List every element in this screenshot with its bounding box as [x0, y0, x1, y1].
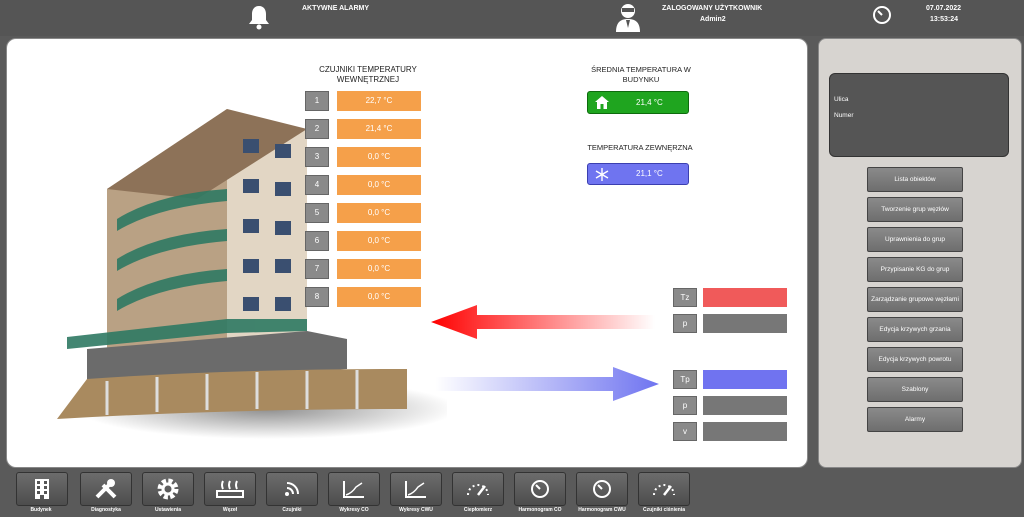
sensor-number[interactable]: 4: [305, 175, 329, 195]
building-view-panel: CZUJNIKI TEMPERATURY WEWNĘTRZNEJ 1 22,7 …: [6, 38, 808, 468]
nav-schedule-co-button[interactable]: [514, 472, 566, 506]
nav-charts-co-button[interactable]: [328, 472, 380, 506]
create-node-groups-button[interactable]: Tworzenie grup węzłów: [867, 197, 963, 222]
edit-heating-curves-button[interactable]: Edycja krzywych grzania: [867, 317, 963, 342]
return-flow-value: [703, 422, 787, 441]
alarms-button[interactable]: Alarmy: [867, 407, 963, 432]
object-list-button[interactable]: Lista obiektów: [867, 167, 963, 192]
return-pressure-value: [703, 396, 787, 415]
supply-temp-label: Tz: [673, 288, 697, 307]
sensor-value: 21,4 °C: [337, 119, 421, 139]
sensor-number[interactable]: 6: [305, 231, 329, 251]
assign-kg-button[interactable]: Przypisanie KG do grup: [867, 257, 963, 282]
nav-heat-meter-label: Ciepłomierz: [463, 507, 493, 513]
sensor-value: 0,0 °C: [337, 147, 421, 167]
sensor-value: 22,7 °C: [337, 91, 421, 111]
sensor-number[interactable]: 2: [305, 119, 329, 139]
nav-diagnostics-button[interactable]: [80, 472, 132, 506]
return-pressure-label: p: [673, 396, 697, 415]
return-temp-value: [703, 370, 787, 389]
nav-building-label: Budynek: [30, 507, 52, 513]
supply-temp-value: [703, 288, 787, 307]
logged-user-title: ZALOGOWANY UŻYTKOWNIK: [662, 5, 763, 12]
nav-charts-cwu-label: Wykresy CWU: [399, 507, 433, 513]
sensor-value: 0,0 °C: [337, 259, 421, 279]
average-temp-value: 21,4 °C: [636, 98, 663, 107]
supply-arrow-icon: [431, 305, 655, 339]
sensor-number[interactable]: 5: [305, 203, 329, 223]
gauge-icon: [653, 484, 675, 496]
sensor-value: 0,0 °C: [337, 287, 421, 307]
nav-pressure-sensors-label: Czujniki ciśnienia: [643, 507, 685, 513]
external-temp-value: 21,1 °C: [636, 169, 663, 178]
heater-icon: [216, 480, 244, 498]
chart-icon: [405, 481, 426, 498]
nav-settings-button[interactable]: [142, 472, 194, 506]
nav-schedule-cwu-label: Harmonogram CWU: [578, 507, 626, 513]
house-icon: [595, 96, 609, 109]
nav-sensors-button[interactable]: [266, 472, 318, 506]
bottom-nav: Budynek Diagnostyka Ustawienia Węzeł Czu…: [0, 470, 1024, 517]
nav-node-label: Węzeł: [222, 507, 238, 513]
gauge-icon: [467, 484, 489, 496]
templates-button[interactable]: Szablony: [867, 377, 963, 402]
clock-icon: [593, 480, 611, 498]
street-label: Ulica: [834, 96, 849, 103]
nav-charts-cwu-button[interactable]: [390, 472, 442, 506]
nav-pressure-sensors-button[interactable]: [638, 472, 690, 506]
return-flow-label: v: [673, 422, 697, 441]
logged-user-name: Admin2: [700, 16, 726, 23]
indoor-sensors-title: CZUJNIKI TEMPERATURY WEWNĘTRZNEJ: [319, 65, 417, 84]
snowflake-sun-icon: [595, 168, 609, 181]
sensor-number[interactable]: 7: [305, 259, 329, 279]
tools-icon: [95, 479, 117, 499]
nav-schedule-cwu-button[interactable]: [576, 472, 628, 506]
nav-node-button[interactable]: [204, 472, 256, 506]
group-node-management-button[interactable]: Zarządzanie grupowe węzłami: [867, 287, 963, 312]
sensor-number[interactable]: 3: [305, 147, 329, 167]
building-icon: [35, 479, 49, 499]
nav-settings-label: Ustawienia: [154, 507, 182, 513]
nav-charts-co-label: Wykresy CO: [339, 507, 369, 513]
return-temp-label: Tp: [673, 370, 697, 389]
sensor-number[interactable]: 1: [305, 91, 329, 111]
external-temp-title: TEMPERATURA ZEWNĘRZNA: [587, 143, 693, 152]
nav-heat-meter-button[interactable]: [452, 472, 504, 506]
sensor-value: 0,0 °C: [337, 231, 421, 251]
group-permissions-button[interactable]: Uprawnienia do grup: [867, 227, 963, 252]
chart-icon: [343, 481, 364, 498]
clock-icon: [531, 480, 549, 498]
top-bar: AKTYWNE ALARMY ZALOGOWANY UŻYTKOWNIK Adm…: [0, 0, 1024, 36]
time-display: 13:53:24: [930, 16, 959, 23]
edit-return-curves-button[interactable]: Edycja krzywych powrotu: [867, 347, 963, 372]
sensor-value: 0,0 °C: [337, 175, 421, 195]
clock-icon[interactable]: [872, 5, 892, 25]
sensor-number[interactable]: 8: [305, 287, 329, 307]
bell-icon[interactable]: [246, 4, 272, 30]
sensor-value: 0,0 °C: [337, 203, 421, 223]
supply-pressure-value: [703, 314, 787, 333]
average-temp-title: ŚREDNIA TEMPERATURA W BUDYNKU: [591, 65, 691, 84]
external-temp-box: 21,1 °C: [587, 163, 689, 185]
nav-schedule-co-label: Harmonogram CO: [518, 507, 562, 513]
active-alarms-label: AKTYWNE ALARMY: [302, 5, 370, 12]
nav-building-button[interactable]: [16, 472, 68, 506]
date-display: 07.07.2022: [926, 5, 962, 12]
number-label: Numer: [834, 112, 854, 119]
nav-sensors-label: Czujniki: [282, 507, 302, 513]
nav-diagnostics-label: Diagnostyka: [91, 507, 121, 513]
gear-icon: [157, 478, 179, 500]
return-arrow-icon: [435, 367, 659, 401]
address-info-box: Ulica Numer: [829, 73, 1009, 157]
user-icon: [616, 4, 640, 32]
sensor-icon: [285, 482, 299, 496]
supply-pressure-label: p: [673, 314, 697, 333]
average-temp-box: 21,4 °C: [587, 91, 689, 114]
object-sidebar: Ulica Numer Lista obiektów Tworzenie gru…: [818, 38, 1022, 468]
